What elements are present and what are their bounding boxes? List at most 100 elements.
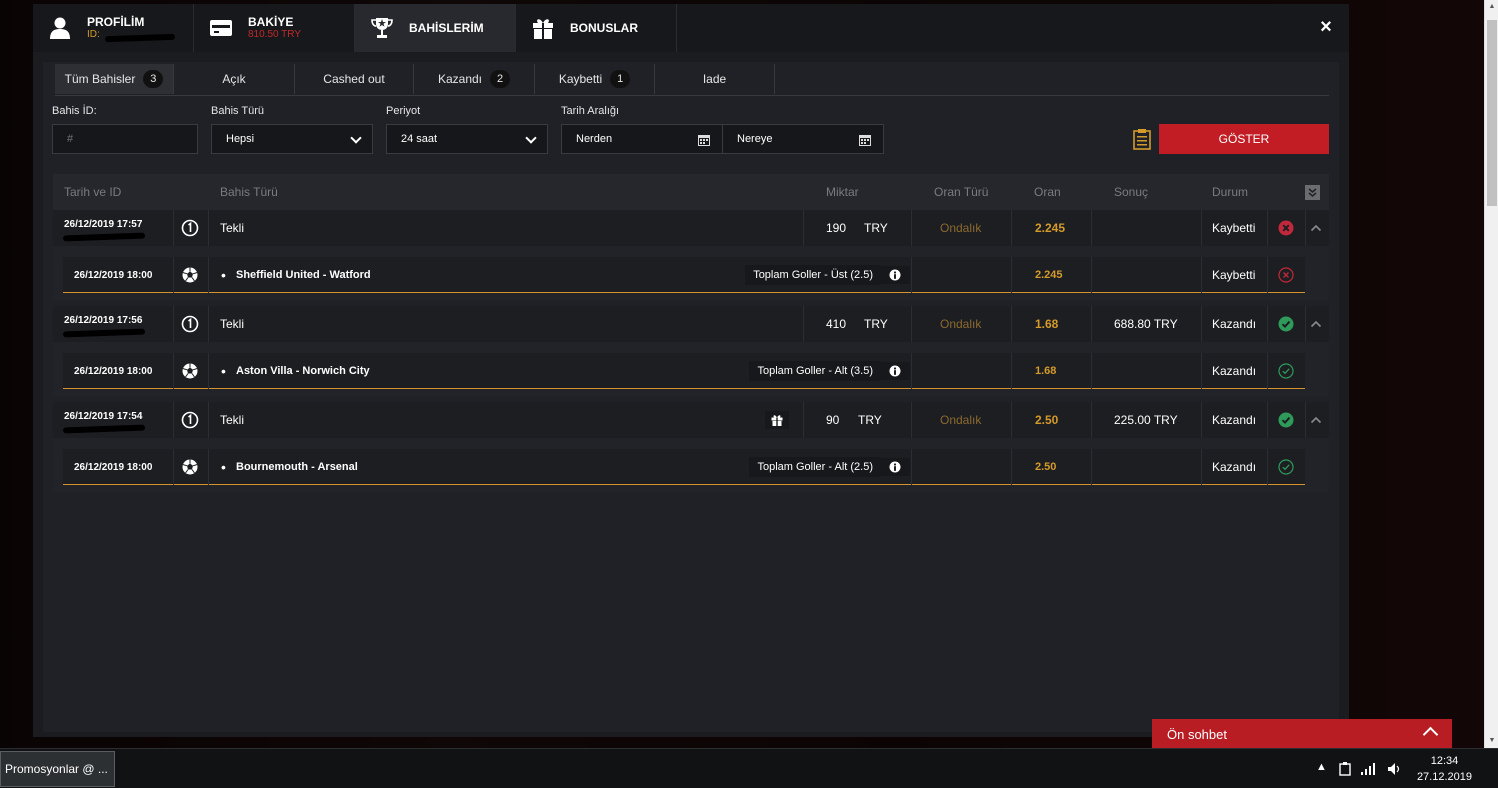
chat-label: Ön sohbet xyxy=(1167,726,1227,742)
tray-expand-icon[interactable]: ▲ xyxy=(1316,761,1327,773)
selection-status: Kazandı xyxy=(1212,364,1257,378)
period-label: Periyot xyxy=(386,105,421,117)
bet-odds: 1.68 xyxy=(1035,317,1059,331)
bet-row[interactable]: 26/12/2019 17:56 Tekli 410 TRY Ondalık 1.68 68… xyxy=(53,306,1329,342)
taskbar-item-promotions[interactable]: Promosyonlar @ ... xyxy=(0,751,115,787)
collapse-row-icon[interactable] xyxy=(1310,306,1322,342)
header-date-id: Tarih ve ID xyxy=(64,185,122,199)
scroll-thumb[interactable] xyxy=(1487,20,1497,206)
collapse-all-icon[interactable] xyxy=(1305,185,1320,200)
date-to-value: Nereye xyxy=(737,133,773,145)
header-bet-type: Bahis Türü xyxy=(220,185,278,199)
bullet: • xyxy=(221,459,226,475)
clock-date: 27.12.2019 xyxy=(1416,771,1472,783)
filter-tabs: Tüm Bahisler 3 Açık Cashed out Kazandı 2 K… xyxy=(55,64,1329,96)
collapse-row-icon[interactable] xyxy=(1310,402,1322,438)
chevron-up-icon xyxy=(1422,726,1439,743)
filter-tab-won[interactable]: Kazandı 2 xyxy=(414,64,535,94)
count-badge: 2 xyxy=(490,70,511,88)
table-header: Tarih ve ID Bahis Türü Miktar Oran Türü … xyxy=(53,174,1329,210)
bet-id-label: Bahis İD: xyxy=(52,105,97,117)
signal-icon[interactable] xyxy=(1361,763,1375,775)
filter-tab-cashed-out[interactable]: Cashed out xyxy=(295,64,414,94)
filter-tab-all[interactable]: Tüm Bahisler 3 xyxy=(55,64,174,94)
selection-container: 26/12/2019 18:00 • Bournemouth - Arsenal To… xyxy=(53,438,1329,492)
bets-panel: Tüm Bahisler 3 Açık Cashed out Kazandı 2 K… xyxy=(43,62,1339,732)
tab-my-bets-label: BAHİSLERİM xyxy=(409,21,484,35)
period-select[interactable]: 24 saat xyxy=(386,124,548,154)
date-to-input[interactable]: Nereye xyxy=(722,124,884,154)
selection-status: Kazandı xyxy=(1212,460,1257,474)
redaction xyxy=(104,33,176,43)
volume-icon[interactable] xyxy=(1387,762,1401,776)
tab-my-bets[interactable]: BAHİSLERİM xyxy=(355,4,516,52)
chevron-down-icon xyxy=(350,132,362,144)
tab-bonuses[interactable]: BONUSLAR xyxy=(516,4,677,52)
selection-datetime: 26/12/2019 18:00 xyxy=(74,269,153,281)
tab-bonuses-label: BONUSLAR xyxy=(570,21,638,35)
match-name: Bournemouth - Arsenal xyxy=(236,461,358,473)
bet-type-select[interactable]: Hepsi xyxy=(211,124,373,154)
odds-type: Ondalık xyxy=(940,317,982,331)
market-label: Toplam Goller - Üst (2.5) xyxy=(745,265,881,285)
bet-row[interactable]: 26/12/2019 17:54 Tekli 90 TRY Ondalık 2.50 225… xyxy=(53,402,1329,438)
tab-profile[interactable]: PROFİLİM ID: xyxy=(33,4,194,52)
bet-type-value: Hepsi xyxy=(226,133,255,145)
soccer-ball-icon xyxy=(182,353,198,389)
selection-row[interactable]: 26/12/2019 18:00 • Aston Villa - Norwich C… xyxy=(63,353,1305,389)
bet-type: Tekli xyxy=(220,317,245,331)
filter-tab-lost[interactable]: Kaybetti 1 xyxy=(535,64,655,94)
tab-balance[interactable]: BAKİYE 810.50 TRY xyxy=(194,4,355,52)
tab-profile-label: PROFİLİM xyxy=(87,15,145,29)
bet-odds: 2.50 xyxy=(1035,413,1059,427)
match-name: Aston Villa - Norwich City xyxy=(236,365,370,377)
filter-tab-label: Iade xyxy=(702,72,727,86)
selection-odds: 1.68 xyxy=(1035,365,1057,377)
market-label: Toplam Goller - Alt (2.5) xyxy=(749,457,881,477)
bet-type-label: Bahis Türü xyxy=(211,105,264,117)
selection-container: 26/12/2019 18:00 • Sheffield United - Watf… xyxy=(53,246,1329,300)
bet-row[interactable]: 26/12/2019 17:57 Tekli 190 TRY Ondalık 2.245 K… xyxy=(53,210,1329,246)
network-device-icon[interactable] xyxy=(1338,762,1352,776)
clipboard-icon[interactable] xyxy=(1133,128,1151,150)
selection-row[interactable]: 26/12/2019 18:00 • Sheffield United - Watf… xyxy=(63,257,1305,293)
balance-amount: 810.50 TRY xyxy=(248,29,302,40)
won-check-outline-icon xyxy=(1278,353,1294,389)
info-icon[interactable] xyxy=(880,458,910,476)
selection-status: Kaybetti xyxy=(1212,268,1256,282)
close-icon[interactable]: × xyxy=(1317,17,1335,37)
bet-amount: 410 xyxy=(826,317,847,331)
bet-id-input[interactable] xyxy=(52,124,198,154)
bet-status: Kazandı xyxy=(1212,413,1257,427)
won-check-outline-icon xyxy=(1278,449,1294,485)
scroll-down-icon[interactable]: ▼ xyxy=(1488,737,1496,745)
market-badge: Toplam Goller - Üst (2.5) xyxy=(745,257,881,293)
system-clock[interactable]: 12:34 27.12.2019 xyxy=(1417,753,1472,785)
period-value: 24 saat xyxy=(401,133,438,145)
single-bet-icon xyxy=(181,306,199,342)
count-badge: 3 xyxy=(143,70,164,88)
bet-currency: TRY xyxy=(858,413,882,427)
my-bets-modal: PROFİLİM ID: BAKİYE 810.50 TRY BAHİSLERİ… xyxy=(33,4,1349,737)
odds-type: Ondalık xyxy=(940,413,982,427)
info-icon[interactable] xyxy=(880,362,910,380)
filter-tab-open[interactable]: Açık xyxy=(174,64,295,94)
info-icon[interactable] xyxy=(880,266,910,284)
tab-balance-label: BAKİYE xyxy=(248,15,294,29)
market-badge: Toplam Goller - Alt (3.5) xyxy=(749,353,881,389)
filter-tab-refund[interactable]: Iade xyxy=(655,64,775,94)
modal-tabs: PROFİLİM ID: BAKİYE 810.50 TRY BAHİSLERİ… xyxy=(33,4,1349,52)
browser-scrollbar[interactable]: ▲ ▼ xyxy=(1484,0,1498,748)
scroll-up-icon[interactable]: ▲ xyxy=(1488,3,1496,11)
taskbar: Promosyonlar @ ... ▲ 12:34 27.12.2019 xyxy=(0,748,1498,788)
show-button[interactable]: GÖSTER xyxy=(1159,124,1329,154)
bet-result: 688.80 TRY xyxy=(1114,317,1178,331)
header-odds-type: Oran Türü xyxy=(934,185,989,199)
date-from-input[interactable]: Nerden xyxy=(561,124,723,154)
pre-chat-button[interactable]: Ön sohbet xyxy=(1152,719,1452,749)
selection-row[interactable]: 26/12/2019 18:00 • Bournemouth - Arsenal To… xyxy=(63,449,1305,485)
collapse-row-icon[interactable] xyxy=(1310,210,1322,246)
header-status: Durum xyxy=(1212,185,1249,199)
bet-currency: TRY xyxy=(864,221,888,235)
bet-status: Kazandı xyxy=(1212,317,1257,331)
